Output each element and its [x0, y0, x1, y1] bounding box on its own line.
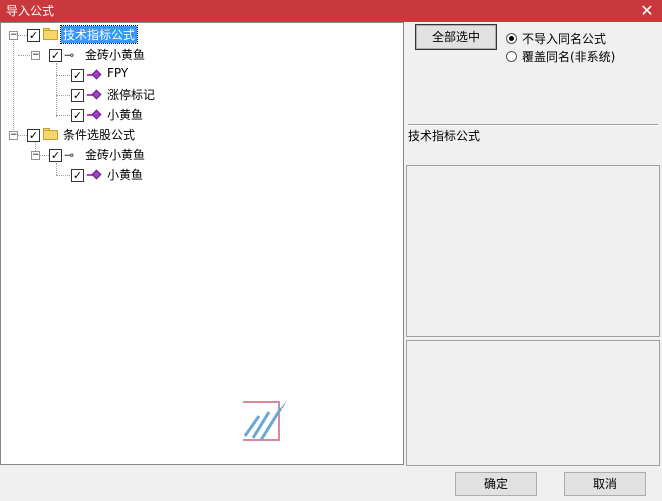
collapse-icon[interactable]: −: [31, 51, 40, 60]
description-panel: [406, 165, 660, 337]
tree-line: [18, 55, 30, 56]
tree-node-label[interactable]: 小黄鱼: [107, 106, 143, 123]
close-icon[interactable]: ✕: [636, 0, 658, 22]
collapse-icon[interactable]: −: [9, 31, 18, 40]
tree-checkbox[interactable]: ✓: [27, 29, 40, 42]
folder-icon: [43, 28, 59, 40]
cancel-button[interactable]: 取消: [564, 472, 646, 496]
folder-icon: [43, 128, 59, 140]
title-bar: 导入公式 ✕: [0, 0, 662, 22]
tree-checkbox[interactable]: ✓: [71, 89, 84, 102]
formula-icon: [87, 69, 102, 81]
tree-node-label[interactable]: 金砖小黄鱼: [85, 46, 145, 63]
tree-node-label[interactable]: 小黄鱼: [107, 166, 143, 183]
key-icon: ⊸: [64, 48, 75, 62]
radio-label-no-import[interactable]: 不导入同名公式: [522, 30, 606, 47]
watermark-logo: [243, 400, 287, 441]
tree-node-label[interactable]: 金砖小黄鱼: [85, 146, 145, 163]
tree-line: [56, 115, 70, 116]
tree-line: [56, 75, 70, 76]
tree-checkbox[interactable]: ✓: [49, 149, 62, 162]
window-title: 导入公式: [6, 4, 55, 18]
tree-checkbox[interactable]: ✓: [71, 69, 84, 82]
collapse-icon[interactable]: −: [31, 151, 40, 160]
formula-tree[interactable]: − ✓ 技术指标公式 − ✓ ⊸ 金砖小黄鱼 ✓ FPY ✓ 涨停标记 ✓ 小黄…: [0, 22, 404, 465]
formula-icon: [87, 109, 102, 121]
tree-node-label[interactable]: 涨停标记: [107, 86, 155, 103]
key-icon: ⊸: [64, 148, 75, 162]
tree-line: [56, 63, 57, 117]
tree-node-label[interactable]: 条件选股公式: [63, 126, 135, 143]
tree-checkbox[interactable]: ✓: [49, 49, 62, 62]
tree-node-label[interactable]: FPY: [107, 66, 128, 80]
preview-panel: [406, 340, 660, 466]
tree-checkbox[interactable]: ✓: [71, 109, 84, 122]
formula-icon: [87, 89, 102, 101]
tree-line: [13, 39, 14, 140]
ok-button[interactable]: 确定: [455, 472, 537, 496]
formula-icon: [87, 169, 102, 181]
collapse-icon[interactable]: −: [9, 131, 18, 140]
separator: [408, 124, 658, 126]
tree-line: [56, 175, 70, 176]
select-all-button[interactable]: 全部选中: [415, 24, 497, 50]
radio-overwrite[interactable]: [506, 51, 517, 62]
tree-line: [39, 155, 49, 156]
tree-node-label[interactable]: 技术指标公式: [59, 25, 139, 44]
tree-line: [56, 163, 57, 175]
tree-checkbox[interactable]: ✓: [71, 169, 84, 182]
radio-no-import[interactable]: [506, 33, 517, 44]
category-label: 技术指标公式: [408, 129, 481, 143]
tree-line: [56, 95, 70, 96]
radio-label-overwrite[interactable]: 覆盖同名(非系统): [522, 48, 615, 65]
tree-checkbox[interactable]: ✓: [27, 129, 40, 142]
